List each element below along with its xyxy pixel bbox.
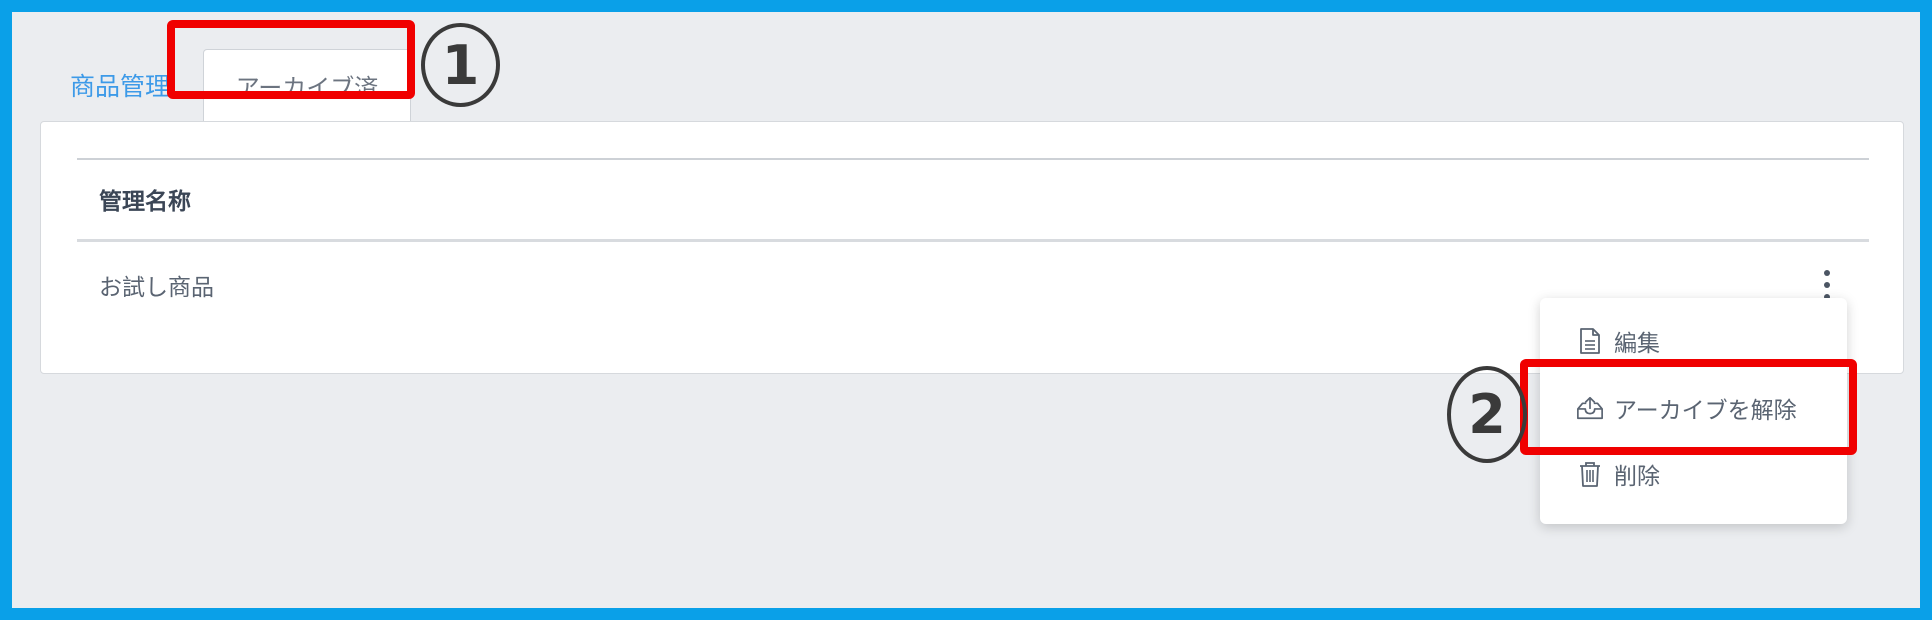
step-2-marker: 2 (1447, 366, 1527, 463)
highlight-archived-tab (167, 20, 415, 99)
screenshot-frame: 商品管理 アーカイブ済 1 管理名称 お試し商品 編集 アーカイブを解除 削除 … (0, 0, 1932, 620)
table-top-rule (77, 158, 1869, 160)
menu-item-edit-label: 編集 (1614, 331, 1660, 357)
column-header-name: 管理名称 (99, 189, 191, 215)
menu-item-edit[interactable]: 編集 (1540, 317, 1847, 365)
trash-icon (1576, 460, 1604, 488)
highlight-unarchive-item (1520, 359, 1857, 455)
step-1-marker: 1 (421, 23, 500, 107)
step-1-number: 1 (441, 33, 480, 97)
document-icon (1576, 327, 1604, 355)
step-2-number: 2 (1468, 383, 1506, 446)
menu-item-delete-label: 削除 (1614, 464, 1660, 490)
menu-item-delete[interactable]: 削除 (1540, 450, 1847, 498)
table-header-rule (77, 239, 1869, 242)
tab-products[interactable]: 商品管理 (70, 67, 170, 103)
table-row-name: お試し商品 (99, 275, 214, 301)
row-actions-kebab-icon[interactable] (1817, 270, 1837, 300)
